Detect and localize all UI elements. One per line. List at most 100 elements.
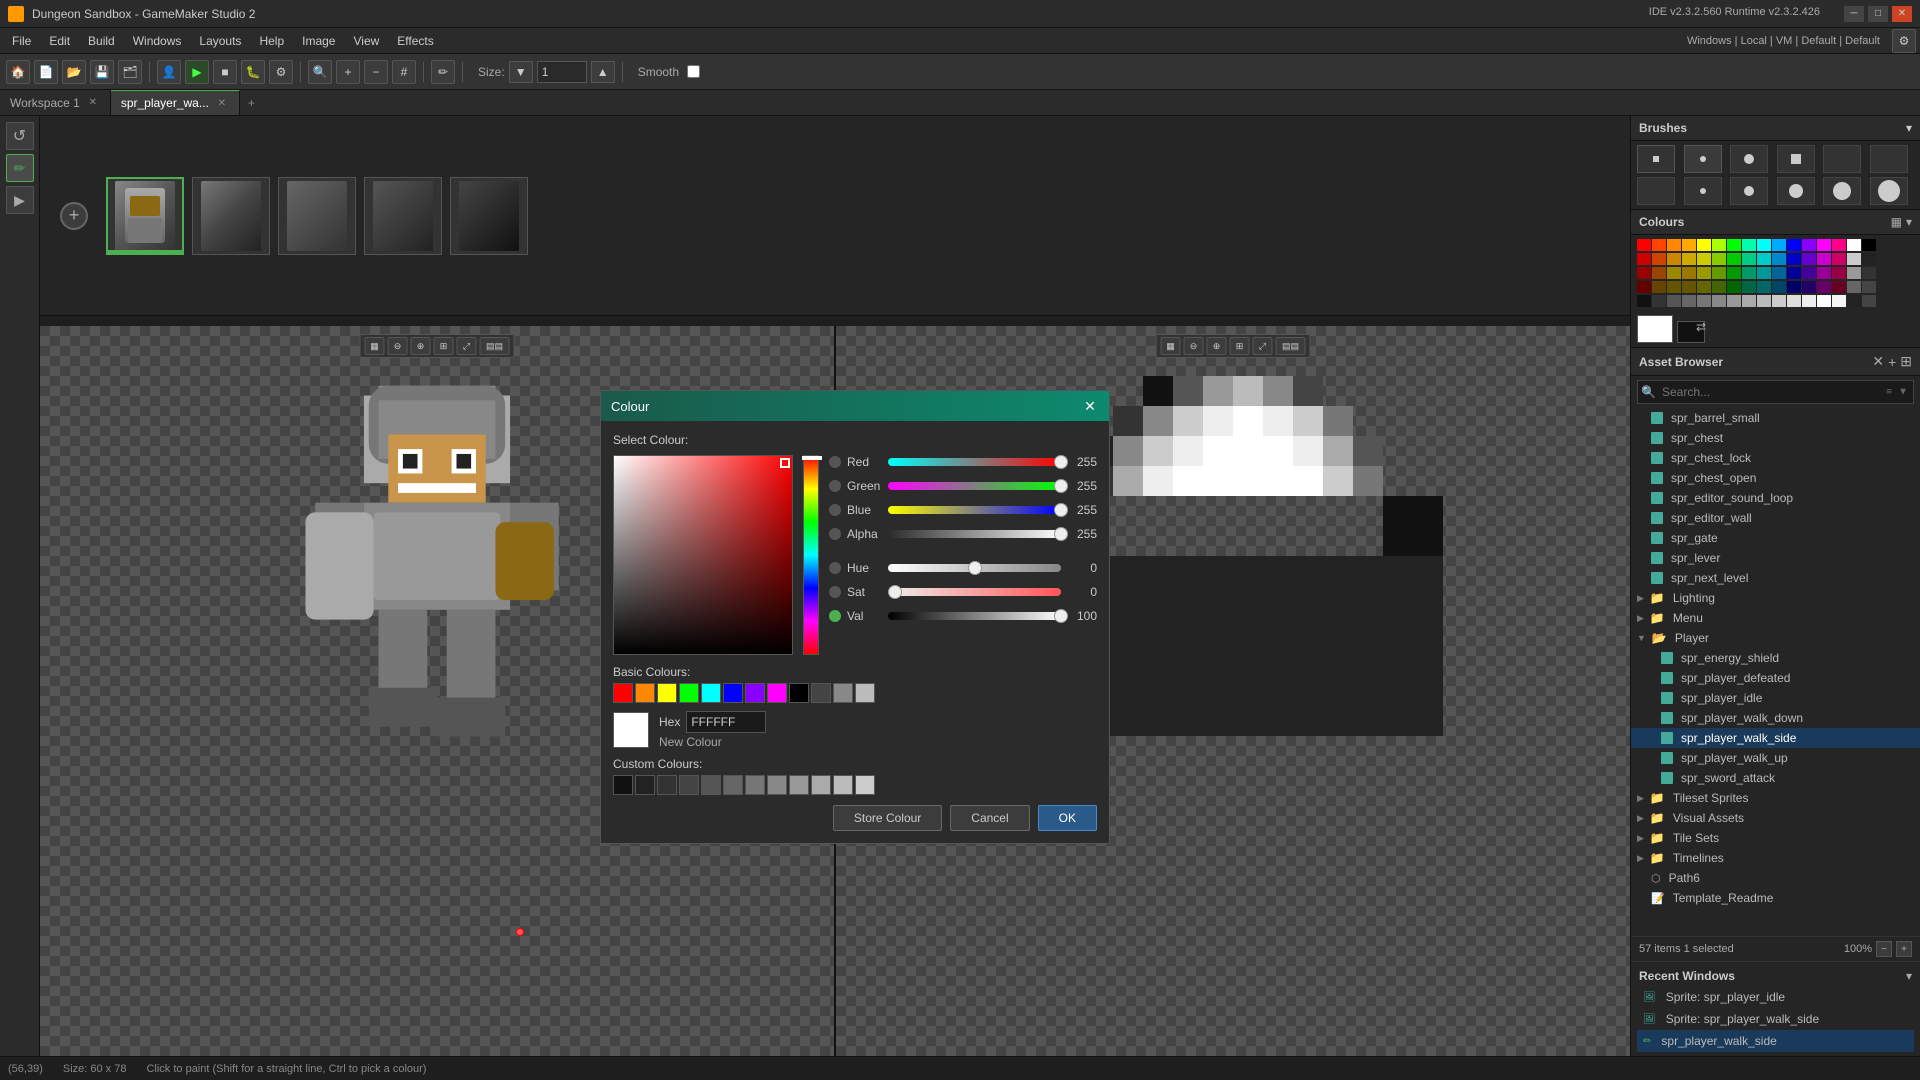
tree-spr-player-walk-side[interactable]: spr_player_walk_side [1631,728,1920,748]
colour-cell[interactable] [1757,239,1771,251]
basic-colour-cell[interactable] [613,683,633,703]
colours-expand-icon[interactable]: ▾ [1906,215,1912,229]
tree-spr-chest[interactable]: spr_chest [1631,428,1920,448]
tree-spr-barrel-small[interactable]: spr_barrel_small [1631,408,1920,428]
brush-cell-sq-sm[interactable] [1637,145,1675,173]
recent-spr-player-idle[interactable]: 🖼 Sprite: spr_player_idle [1637,986,1914,1008]
tree-spr-player-idle[interactable]: spr_player_idle [1631,688,1920,708]
minimize-button[interactable]: ─ [1844,6,1864,22]
colour-cell[interactable] [1667,267,1681,279]
hue-range-slider[interactable] [888,564,1061,572]
basic-colour-cell[interactable] [789,683,809,703]
menu-image[interactable]: Image [294,32,343,50]
frame-1[interactable] [106,177,184,255]
colour-cell[interactable] [1637,253,1651,265]
menu-build[interactable]: Build [80,32,123,50]
filter-icon[interactable]: ▼ [1898,387,1908,398]
colour-cell[interactable] [1637,239,1651,251]
tree-spr-next-level[interactable]: spr_next_level [1631,568,1920,588]
tree-spr-energy-shield[interactable]: spr_energy_shield [1631,648,1920,668]
colour-cell-grey[interactable] [1697,295,1711,307]
asset-search-input[interactable] [1637,380,1914,404]
size-input[interactable] [537,61,587,83]
colours-grid-icon[interactable]: ▦ [1891,215,1902,229]
colour-cell[interactable] [1727,239,1741,251]
colour-cell[interactable] [1787,267,1801,279]
colour-cell-grey[interactable] [1832,295,1846,307]
colour-cell[interactable] [1742,281,1756,293]
foreground-colour[interactable] [1637,315,1673,343]
layout-btn[interactable]: ▤▤ [480,337,510,355]
menu-view[interactable]: View [345,32,387,50]
colour-cell[interactable] [1637,267,1651,279]
colour-cell[interactable] [1712,253,1726,265]
fullscreen-btn[interactable]: ⤢ [457,337,477,355]
smooth-checkbox[interactable] [687,65,700,78]
right-layout-btn[interactable]: ▤▤ [1276,337,1306,355]
tree-folder-player[interactable]: ▼ 📂 Player [1631,628,1920,648]
menu-edit[interactable]: Edit [41,32,78,50]
tree-spr-chest-lock[interactable]: spr_chest_lock [1631,448,1920,468]
colour-cell[interactable] [1742,239,1756,251]
colour-cell[interactable] [1802,281,1816,293]
add-tab-button[interactable]: + [240,90,263,115]
blue-slider[interactable] [888,506,1061,514]
hue-slider[interactable] [803,455,819,655]
tree-folder-tileset[interactable]: ▶ 📁 Tileset Sprites [1631,788,1920,808]
ok-button[interactable]: OK [1038,805,1097,831]
tree-spr-gate[interactable]: spr_gate [1631,528,1920,548]
custom-colour-cell[interactable] [613,775,633,795]
brush-cell-7[interactable] [1730,177,1768,205]
colour-cell[interactable] [1637,281,1651,293]
colour-cell[interactable] [1727,267,1741,279]
colour-cell[interactable] [1652,253,1666,265]
basic-colour-cell[interactable] [701,683,721,703]
brush-cell-dot2[interactable] [1730,145,1768,173]
asset-expand-btn[interactable]: ⊞ [1900,353,1912,370]
basic-colour-cell[interactable] [855,683,875,703]
tab-workspace-close[interactable]: ✕ [86,96,100,110]
colour-cell[interactable] [1757,253,1771,265]
colour-cell-grey[interactable] [1772,295,1786,307]
menu-windows[interactable]: Windows [125,32,190,50]
colour-cell-grey[interactable] [1652,295,1666,307]
colour-cell[interactable] [1787,239,1801,251]
tree-spr-player-walk-down[interactable]: spr_player_walk_down [1631,708,1920,728]
manage-button[interactable]: 👤 [157,60,181,84]
asset-add-btn[interactable]: + [1888,353,1896,370]
save-button[interactable]: 💾 [90,60,114,84]
sort-icon[interactable]: ≡ [1886,387,1892,398]
colour-cell[interactable] [1697,267,1711,279]
colour-cell[interactable] [1727,281,1741,293]
colour-cell-grey[interactable] [1802,295,1816,307]
colour-swap-btn[interactable]: ⇄ [1689,315,1713,339]
right-zoom-100-btn[interactable]: ⊞ [1230,337,1250,355]
alpha-slider[interactable] [888,530,1061,538]
size-up-btn[interactable]: ▲ [591,61,615,83]
zoom-out-button[interactable]: − [364,60,388,84]
colour-cell[interactable] [1697,281,1711,293]
val-slider[interactable] [888,612,1061,620]
basic-colour-cell[interactable] [833,683,853,703]
tree-folder-menu[interactable]: ▶ 📁 Menu [1631,608,1920,628]
basic-colour-cell[interactable] [767,683,787,703]
zoom-decrease-btn[interactable]: − [1876,941,1892,957]
brush-cell-dot3[interactable] [1823,145,1861,173]
right-zoom-in-btn[interactable]: ⊕ [1207,337,1227,355]
colour-cell[interactable] [1712,239,1726,251]
asset-close-btn[interactable]: ✕ [1872,353,1884,370]
tree-spr-sword-attack[interactable]: spr_sword_attack [1631,768,1920,788]
colour-cell[interactable] [1817,239,1831,251]
colour-cell[interactable] [1847,239,1861,251]
tree-path6[interactable]: ⬡ Path6 [1631,868,1920,888]
maximize-button[interactable]: □ [1868,6,1888,22]
gradient-picker[interactable] [613,455,793,655]
colour-cell[interactable] [1682,267,1696,279]
custom-colour-cell[interactable] [701,775,721,795]
colour-cell[interactable] [1757,281,1771,293]
colour-cell[interactable] [1772,239,1786,251]
colour-cell[interactable] [1667,253,1681,265]
colour-cell[interactable] [1667,281,1681,293]
brush-cell-9[interactable] [1823,177,1861,205]
colour-cell[interactable] [1802,253,1816,265]
